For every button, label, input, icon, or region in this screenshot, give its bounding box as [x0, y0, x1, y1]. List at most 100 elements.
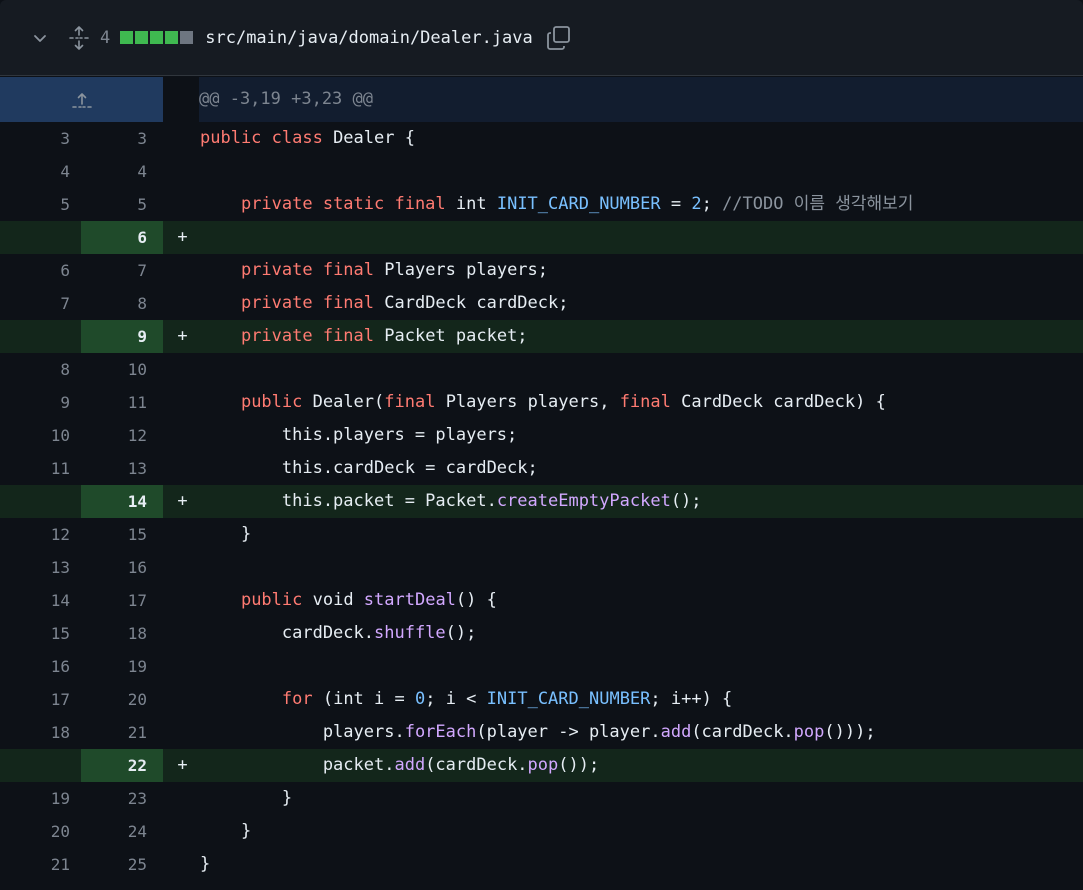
diff-row-context: 12 15 }: [0, 518, 1083, 551]
new-line-number[interactable]: 16: [81, 551, 163, 584]
old-line-number[interactable]: 12: [0, 518, 81, 551]
code-line: }: [200, 815, 1083, 848]
new-line-number[interactable]: 3: [81, 122, 163, 155]
code-token: ()));: [824, 722, 876, 742]
diff-row-context: 16 19: [0, 650, 1083, 683]
old-line-number[interactable]: 17: [0, 683, 81, 716]
old-line-number[interactable]: 4: [0, 155, 81, 188]
code-token: INIT_CARD_NUMBER: [486, 689, 651, 709]
diff-sign: +: [163, 749, 200, 782]
diff-row-context: 3 3 public class Dealer {: [0, 122, 1083, 155]
old-line-number[interactable]: 19: [0, 782, 81, 815]
diff-row-context: 9 11 public Dealer(final Players players,…: [0, 386, 1083, 419]
old-line-number[interactable]: 3: [0, 122, 81, 155]
diff-row-context: 10 12 this.players = players;: [0, 419, 1083, 452]
code-line: this.players = players;: [200, 419, 1083, 452]
code-token: this.cardDeck = cardDeck;: [200, 458, 538, 478]
diff-row-context: 14 17 public void startDeal() {: [0, 584, 1083, 617]
old-line-number[interactable]: 8: [0, 353, 81, 386]
code-token: (player -> player.: [476, 722, 661, 742]
new-line-number[interactable]: 11: [81, 386, 163, 419]
code-token: for: [281, 689, 323, 709]
new-line-number[interactable]: 12: [81, 419, 163, 452]
new-line-number[interactable]: 15: [81, 518, 163, 551]
code-token: int: [455, 194, 497, 214]
code-line: public void startDeal() {: [200, 584, 1083, 617]
new-line-number[interactable]: 10: [81, 353, 163, 386]
diff-row-context: 11 13 this.cardDeck = cardDeck;: [0, 452, 1083, 485]
old-line-number[interactable]: 11: [0, 452, 81, 485]
code-line: this.cardDeck = cardDeck;: [200, 452, 1083, 485]
new-line-number[interactable]: 14: [81, 485, 163, 518]
code-line: packet.add(cardDeck.pop());: [200, 749, 1083, 782]
diff-row-added: 9 + private final Packet packet;: [0, 320, 1083, 353]
old-line-number[interactable]: 15: [0, 617, 81, 650]
new-line-number[interactable]: 18: [81, 617, 163, 650]
code-token: ();: [670, 491, 702, 511]
old-line-number[interactable]: 10: [0, 419, 81, 452]
code-token: }: [200, 788, 293, 808]
diffstat-block-added: [165, 31, 179, 44]
old-line-number[interactable]: 7: [0, 287, 81, 320]
new-line-number[interactable]: 4: [81, 155, 163, 188]
new-line-number[interactable]: 23: [81, 782, 163, 815]
file-path[interactable]: src/main/java/domain/Dealer.java: [205, 28, 533, 48]
new-line-number[interactable]: 24: [81, 815, 163, 848]
expand-up-icon[interactable]: [0, 77, 163, 122]
old-line-number[interactable]: 18: [0, 716, 81, 749]
code-token: void: [312, 590, 364, 610]
new-line-number[interactable]: 8: [81, 287, 163, 320]
code-token: =: [660, 194, 692, 214]
new-line-number[interactable]: 17: [81, 584, 163, 617]
code-token: INIT_CARD_NUMBER: [496, 194, 661, 214]
old-line-number[interactable]: 16: [0, 650, 81, 683]
diff-row-added: 14 + this.packet = Packet.createEmptyPack…: [0, 485, 1083, 518]
new-line-number[interactable]: 25: [81, 848, 163, 881]
code-line: public class Dealer {: [200, 122, 1083, 155]
diff-row-context: 21 25}: [0, 848, 1083, 881]
code-token: public: [240, 392, 313, 412]
chevron-down-icon[interactable]: [28, 26, 52, 50]
code-line: private final CardDeck cardDeck;: [200, 287, 1083, 320]
diff-row-context: 15 18 cardDeck.shuffle();: [0, 617, 1083, 650]
new-line-number[interactable]: 9: [81, 320, 163, 353]
code-token: createEmptyPacket: [496, 491, 671, 511]
code-token: pop: [527, 755, 559, 775]
new-line-number[interactable]: 20: [81, 683, 163, 716]
new-line-number[interactable]: 21: [81, 716, 163, 749]
old-line-number[interactable]: 21: [0, 848, 81, 881]
old-line-number[interactable]: 6: [0, 254, 81, 287]
new-line-number[interactable]: 19: [81, 650, 163, 683]
new-line-number[interactable]: 7: [81, 254, 163, 287]
copy-icon[interactable]: [545, 24, 573, 52]
old-line-number[interactable]: 5: [0, 188, 81, 221]
old-line-number[interactable]: 13: [0, 551, 81, 584]
code-token: private final: [240, 326, 385, 346]
new-line-number[interactable]: 6: [81, 221, 163, 254]
old-line-number[interactable]: 14: [0, 584, 81, 617]
new-line-number[interactable]: 13: [81, 452, 163, 485]
code-token: Players players;: [384, 260, 549, 280]
code-token: Packet packet;: [384, 326, 528, 346]
new-line-number[interactable]: 22: [81, 749, 163, 782]
changes-count: 4: [100, 27, 111, 48]
code-token: public: [240, 590, 313, 610]
diff-sign: +: [163, 320, 200, 353]
diffstat-block-added: [150, 31, 164, 44]
code-line: private final Packet packet;: [200, 320, 1083, 353]
diffstat-block-neutral: [180, 31, 194, 44]
code-token: 2: [691, 194, 702, 214]
old-line-number[interactable]: 20: [0, 815, 81, 848]
code-token: ());: [558, 755, 600, 775]
old-line-number[interactable]: 9: [0, 386, 81, 419]
code-token: packet.: [200, 755, 395, 775]
code-line: for (int i = 0; i < INIT_CARD_NUMBER; i+…: [200, 683, 1083, 716]
diff-row-context: 17 20 for (int i = 0; i < INIT_CARD_NUMBE…: [0, 683, 1083, 716]
code-token: Dealer(: [312, 392, 385, 412]
new-line-number[interactable]: 5: [81, 188, 163, 221]
unfold-icon[interactable]: [66, 25, 92, 51]
code-token: //TODO 이름 생각해보기: [722, 194, 914, 214]
